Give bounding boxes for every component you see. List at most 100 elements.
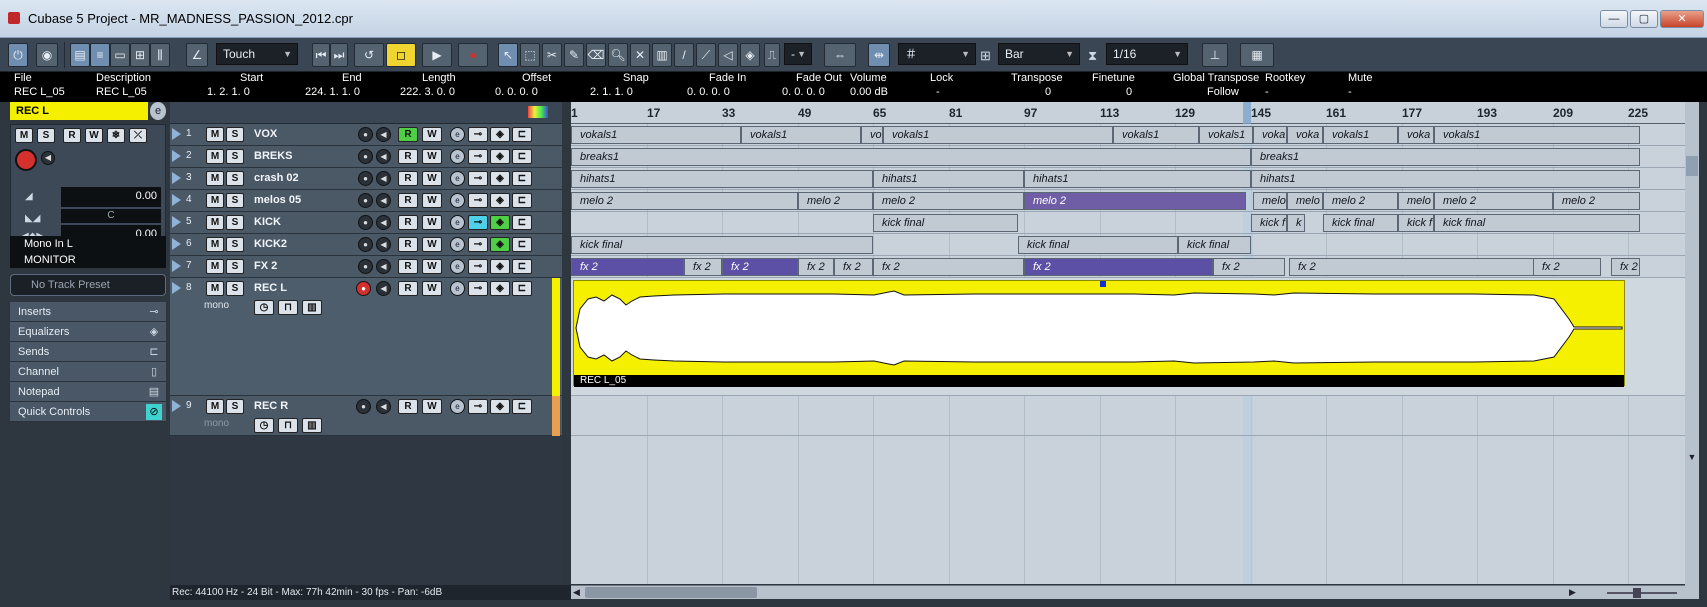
audio-event[interactable]: vokals1	[883, 126, 1113, 144]
draw-tool-icon[interactable]: ✎	[564, 43, 584, 67]
eq-bypass-icon[interactable]: ◈	[490, 171, 510, 186]
audio-event[interactable]: fx 2	[873, 258, 1024, 276]
pan-display[interactable]: C	[61, 209, 161, 223]
audio-event[interactable]: kick f	[1398, 214, 1434, 232]
zoom-up-icon[interactable]	[1686, 156, 1698, 176]
maximize-button[interactable]: ▢	[1630, 10, 1658, 28]
audio-event[interactable]: voka	[1398, 126, 1434, 144]
mute-button[interactable]: M	[206, 127, 224, 142]
automation-icon[interactable]: ∠	[186, 43, 208, 67]
read-button[interactable]: R	[398, 149, 418, 164]
snap-type-select[interactable]: ＃ ▼	[898, 43, 976, 65]
audio-event[interactable]: kick final	[1323, 214, 1398, 232]
record-icon[interactable]: ●	[358, 193, 373, 208]
inserts-bypass-icon[interactable]: ⊸	[468, 399, 488, 414]
edit-icon[interactable]: e	[450, 171, 465, 186]
audio-event[interactable]: hihats1	[1251, 170, 1640, 188]
eq-bypass-icon[interactable]: ◈	[490, 215, 510, 230]
audio-event[interactable]: voka	[1287, 126, 1323, 144]
audio-event[interactable]: melo 2	[873, 192, 1024, 210]
audio-event[interactable]: breaks1	[1251, 148, 1640, 166]
sends-bypass-icon[interactable]: ⊏	[512, 237, 532, 252]
read-button[interactable]: R	[398, 259, 418, 274]
record-enable-button[interactable]	[15, 149, 37, 171]
section-quick-controls[interactable]: Quick Controls ⊘	[10, 402, 166, 422]
inspector-freeze-icon[interactable]: ❄	[107, 128, 125, 143]
minimize-button[interactable]: —	[1600, 10, 1628, 28]
write-button[interactable]: W	[422, 193, 442, 208]
solo-button[interactable]: S	[226, 281, 244, 296]
record-enable-button[interactable]: ●	[356, 281, 371, 296]
go-to-end-icon[interactable]: ⏭	[330, 43, 348, 67]
expand-icon[interactable]	[172, 238, 181, 250]
line-tool-icon[interactable]: ⟋	[696, 43, 716, 67]
write-button[interactable]: W	[422, 171, 442, 186]
monitor-icon[interactable]: ◀	[376, 171, 391, 186]
snap-select[interactable]: - ▼	[784, 43, 812, 65]
monitor-icon[interactable]: ◀	[41, 151, 55, 165]
inserts-bypass-icon[interactable]: ⊸	[468, 237, 488, 252]
eq-bypass-icon[interactable]: ◈	[490, 281, 510, 296]
track-row[interactable]: 9 M S REC R mono ● ◀ R W e ⊸ ◈ ⊏ ◷ ⊓ ▥	[170, 396, 562, 436]
record-button[interactable]: ●	[458, 43, 488, 67]
monitor-icon[interactable]: ◀	[376, 399, 391, 414]
track-preset-field[interactable]: No Track Preset	[10, 274, 166, 296]
track-row[interactable]: 1 M S VOX ● ◀ R W e ⊸ ◈ ⊏	[170, 124, 562, 146]
solo-button[interactable]: S	[226, 193, 244, 208]
solo-button[interactable]: S	[226, 171, 244, 186]
snap-to-zero-icon[interactable]: ⊥	[1202, 43, 1228, 67]
audio-event[interactable]: hihats1	[873, 170, 1024, 188]
expand-icon[interactable]	[172, 150, 181, 162]
volume-display[interactable]: 0.00	[61, 187, 161, 207]
read-button[interactable]: R	[398, 281, 418, 296]
sends-bypass-icon[interactable]: ⊏	[512, 281, 532, 296]
inspector-track-name[interactable]: REC L	[10, 102, 148, 120]
show-inspector-icon[interactable]: ▤	[70, 43, 90, 67]
lanes-icon[interactable]: ▥	[302, 418, 322, 433]
expand-icon[interactable]	[172, 194, 181, 206]
solo-button[interactable]: S	[226, 399, 244, 414]
read-button[interactable]: R	[398, 215, 418, 230]
expand-icon[interactable]	[172, 128, 181, 140]
scroll-right-icon[interactable]: ▶	[1569, 587, 1579, 598]
audio-event[interactable]: hihats1	[571, 170, 873, 188]
audio-event[interactable]: fx 2	[834, 258, 873, 276]
record-icon[interactable]: ●	[358, 171, 373, 186]
audio-event[interactable]: fx 2	[798, 258, 834, 276]
solo-button[interactable]: S	[226, 149, 244, 164]
inserts-bypass-icon[interactable]: ⊸	[468, 171, 488, 186]
eq-bypass-icon[interactable]: ◈	[490, 149, 510, 164]
read-button[interactable]: R	[398, 399, 418, 414]
horizontal-scrollbar[interactable]: ◀ ▶	[571, 585, 1685, 599]
audio-event[interactable]: kick final	[873, 214, 1018, 232]
play-tool-icon[interactable]: ◁	[718, 43, 738, 67]
inspector-read-button[interactable]: R	[63, 128, 81, 143]
timebase-icon[interactable]: ◷	[254, 418, 274, 433]
read-button[interactable]: R	[398, 237, 418, 252]
mute-button[interactable]: M	[206, 399, 224, 414]
read-button[interactable]: R	[398, 193, 418, 208]
audio-event[interactable]: fx 2	[1213, 258, 1285, 276]
audio-event[interactable]: hihats1	[1024, 170, 1251, 188]
inserts-bypass-icon[interactable]: ⊸	[468, 215, 488, 230]
audio-event[interactable]: melo	[1398, 192, 1434, 210]
audio-event[interactable]: melo 2	[798, 192, 873, 210]
audio-event[interactable]: breaks1	[571, 148, 1251, 166]
eraser-tool-icon[interactable]: ⌫	[586, 43, 606, 67]
pencil-tool-icon[interactable]: /	[674, 43, 694, 67]
edit-channel-icon[interactable]: e	[150, 102, 166, 120]
audio-event[interactable]: fx 2	[1533, 258, 1601, 276]
zoom-tool-icon[interactable]: 🔍︎	[608, 43, 628, 67]
audio-event[interactable]: vokals1	[1434, 126, 1640, 144]
audio-event[interactable]: kick f	[1251, 214, 1287, 232]
track-name[interactable]: KICK2	[254, 238, 287, 250]
monitor-icon[interactable]: ◀	[376, 259, 391, 274]
snap-icon[interactable]: ⎍	[764, 43, 780, 67]
eq-bypass-icon[interactable]: ◈	[490, 237, 510, 252]
input-routing-select[interactable]: Mono In L	[10, 236, 166, 252]
split-tool-icon[interactable]: ✂	[542, 43, 562, 67]
write-button[interactable]: W	[422, 399, 442, 414]
zoom-slider-handle[interactable]	[1633, 588, 1641, 598]
solo-button[interactable]: S	[226, 127, 244, 142]
cursor-marker[interactable]	[1243, 102, 1251, 124]
